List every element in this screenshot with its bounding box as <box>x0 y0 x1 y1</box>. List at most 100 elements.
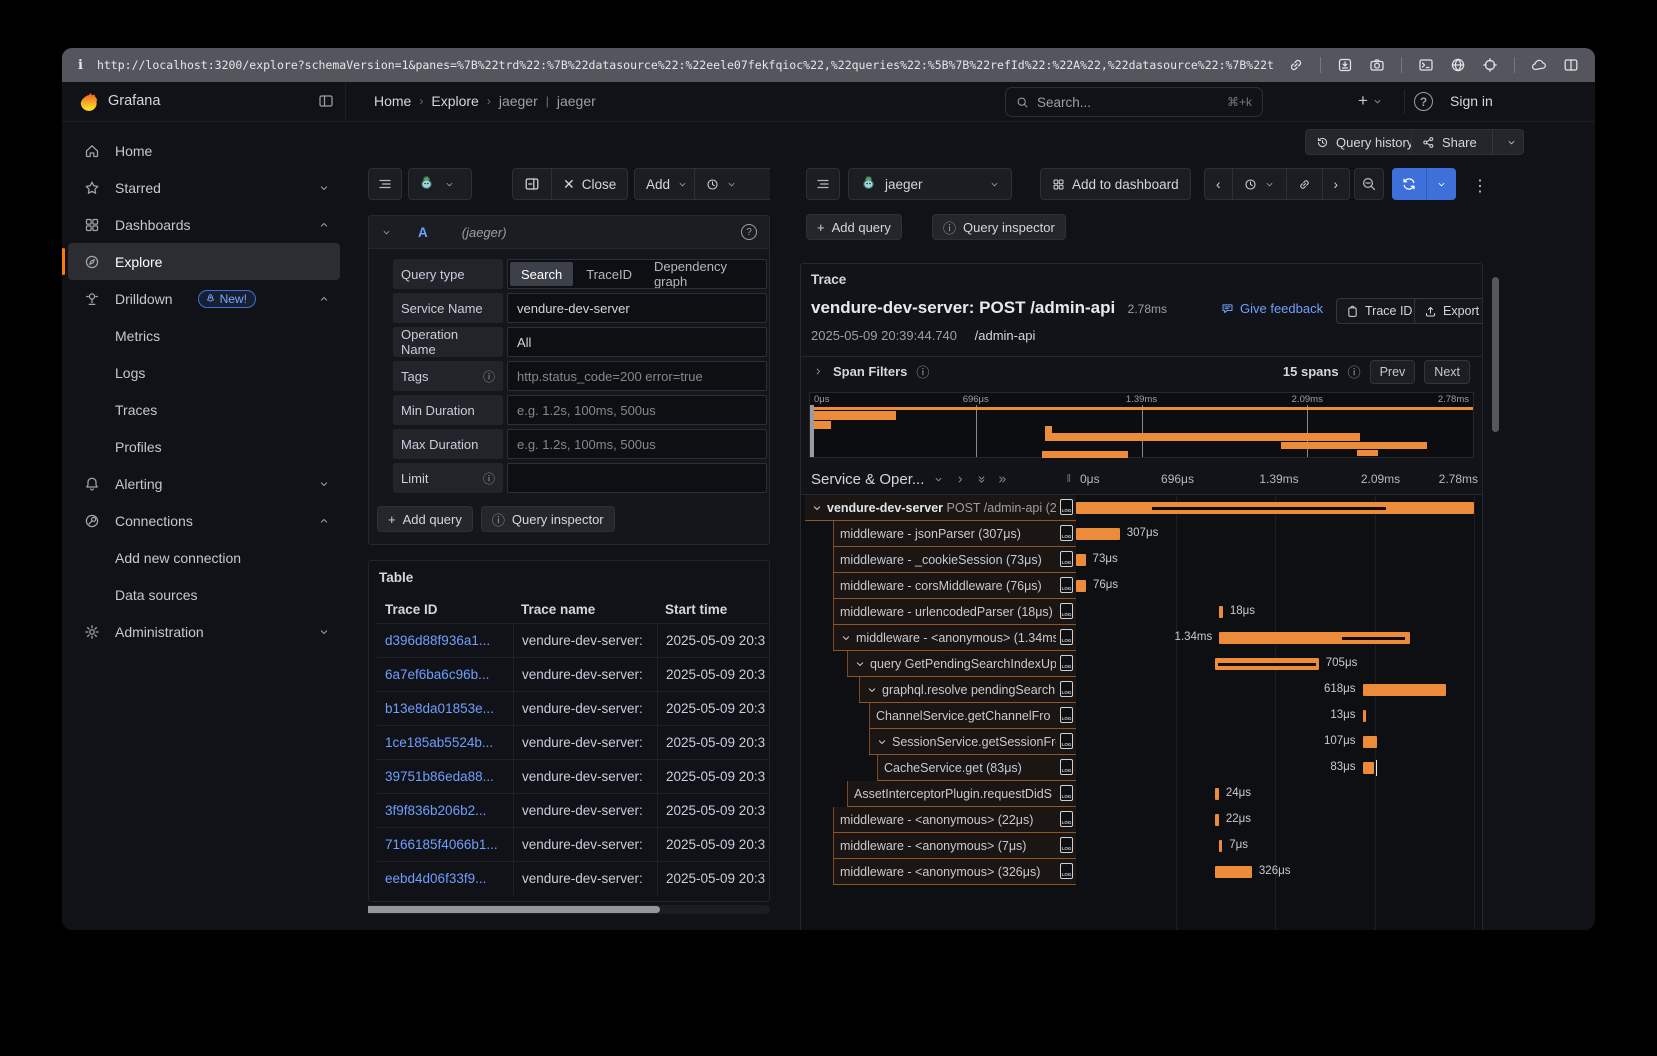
span-duration-bar[interactable] <box>1219 840 1222 852</box>
span-row[interactable]: ChannelService.getChannelFroLOG13μs <box>801 703 1482 729</box>
span-row[interactable]: middleware - corsMiddleware (76μs)LOG76μ… <box>801 573 1482 599</box>
query-history-button[interactable]: Query history <box>1305 129 1424 155</box>
copy-time-link-button[interactable] <box>1287 169 1323 199</box>
breadcrumb-datasource-2[interactable]: jaeger <box>557 93 596 109</box>
sidebar-item-starred[interactable]: Starred <box>68 169 340 206</box>
span-duration-bar[interactable] <box>1076 528 1120 540</box>
sidebar-item-alerting[interactable]: Alerting <box>68 465 340 502</box>
sidebar-item-profiles[interactable]: Profiles <box>68 428 340 465</box>
span-duration-bar[interactable] <box>1215 658 1318 670</box>
outline-icon[interactable] <box>368 168 402 200</box>
span-log-icon[interactable]: LOG <box>1060 863 1073 879</box>
trace-minimap[interactable]: 0μs696μs1.39ms2.09ms2.78ms <box>809 392 1474 458</box>
operation-name-input[interactable]: All <box>507 327 767 357</box>
span-log-icon[interactable]: LOG <box>1060 707 1073 723</box>
sidebar-item-home[interactable]: Home <box>68 132 340 169</box>
trace-id-link[interactable]: eebd4d06f33f9... <box>377 871 513 886</box>
outline-icon[interactable] <box>806 168 840 200</box>
chevron-down-icon[interactable] <box>1500 137 1523 148</box>
span-duration-bar[interactable] <box>1215 814 1219 826</box>
span-collapse-icon[interactable] <box>840 632 852 644</box>
tags-input[interactable]: http.status_code=200 error=true <box>507 361 767 391</box>
query-inspector-button[interactable]: ⓘ Query inspector <box>481 506 615 532</box>
cloud-icon[interactable] <box>1531 57 1547 73</box>
span-duration-bar[interactable] <box>1215 866 1252 878</box>
trace-id-link[interactable]: 6a7ef6ba6c96b... <box>377 667 513 682</box>
datasource-picker-left[interactable] <box>408 168 472 200</box>
span-row[interactable]: middleware - <anonymous> (22μs)LOG22μs <box>801 807 1482 833</box>
service-operation-column-header[interactable]: Service & Oper... <box>811 471 924 488</box>
span-log-icon[interactable]: LOG <box>1060 525 1073 541</box>
span-log-icon[interactable]: LOG <box>1060 785 1073 801</box>
col-trace-name[interactable]: Trace name <box>513 595 657 623</box>
span-row[interactable]: query GetPendingSearchIndexUpdaLOG705μs <box>801 651 1482 677</box>
span-log-icon[interactable]: LOG <box>1060 733 1073 749</box>
span-log-icon[interactable]: LOG <box>1060 759 1073 775</box>
sidebar-item-dashboards[interactable]: Dashboards <box>68 206 340 243</box>
import-tray-icon[interactable] <box>1337 57 1353 73</box>
expand-one-icon[interactable] <box>955 474 966 485</box>
span-log-icon[interactable]: LOG <box>1060 629 1073 645</box>
min-duration-input[interactable]: e.g. 1.2s, 100ms, 500us <box>507 395 767 425</box>
terminal-icon[interactable] <box>1418 57 1434 73</box>
span-row[interactable]: middleware - <anonymous> (7μs)LOG7μs <box>801 833 1482 859</box>
span-duration-bar[interactable] <box>1219 606 1223 618</box>
span-row[interactable]: middleware - jsonParser (307μs)LOG307μs <box>801 521 1482 547</box>
span-collapse-icon[interactable] <box>876 736 888 748</box>
new-menu-button[interactable]: + <box>1358 91 1383 111</box>
add-button[interactable]: Add <box>634 168 700 200</box>
trace-id-link[interactable]: 7166185f4066b1... <box>377 837 513 852</box>
span-row[interactable]: middleware - <anonymous> (326μs)LOG326μs <box>801 859 1482 885</box>
kebab-menu-icon[interactable]: ⋮ <box>1472 176 1488 196</box>
sidebar-item-drilldown[interactable]: DrilldownNew! <box>68 280 340 317</box>
sidebar-item-administration[interactable]: Administration <box>68 613 340 650</box>
breadcrumb-explore[interactable]: Explore <box>431 93 478 109</box>
sidebar-item-add-new-connection[interactable]: Add new connection <box>68 539 340 576</box>
time-shift-left-button[interactable]: ‹ <box>1205 169 1233 199</box>
col-trace-id[interactable]: Trace ID <box>377 602 513 617</box>
sidebar-toggle-icon[interactable] <box>318 93 334 109</box>
link-icon[interactable] <box>1288 57 1304 73</box>
span-row[interactable]: middleware - _cookieSession (73μs)LOG73μ… <box>801 547 1482 573</box>
chevron-down-icon[interactable] <box>933 474 944 485</box>
column-resize-grip[interactable]: ‖ <box>1066 473 1072 485</box>
col-start-time[interactable]: Start time <box>657 595 769 623</box>
span-duration-bar[interactable] <box>1363 736 1377 748</box>
query-type-dependency-graph[interactable]: Dependency graph <box>643 260 766 288</box>
query-inspector-button-right[interactable]: ⓘ Query inspector <box>932 214 1066 240</box>
time-shift-right-button[interactable]: › <box>1323 169 1350 199</box>
span-log-icon[interactable]: LOG <box>1060 499 1073 515</box>
span-log-icon[interactable]: LOG <box>1060 811 1073 827</box>
span-filters-label[interactable]: Span Filters <box>833 364 907 379</box>
span-duration-bar[interactable] <box>1363 762 1374 774</box>
export-button[interactable]: Export <box>1414 298 1483 324</box>
span-duration-bar[interactable] <box>1076 580 1086 592</box>
span-collapse-icon[interactable] <box>854 658 866 670</box>
sidebar-item-data-sources[interactable]: Data sources <box>68 576 340 613</box>
window-scrollbar-thumb[interactable] <box>1492 277 1499 432</box>
collapse-all-icon[interactable] <box>976 474 987 485</box>
span-duration-bar[interactable] <box>1076 502 1474 514</box>
url-bar[interactable]: http://localhost:3200/explore?schemaVers… <box>97 58 1274 72</box>
sidebar-item-traces[interactable]: Traces <box>68 391 340 428</box>
span-duration-bar[interactable] <box>1363 710 1366 722</box>
help-button[interactable]: ? <box>1414 92 1433 111</box>
trace-id-button[interactable]: Trace ID <box>1336 298 1422 324</box>
trace-id-link[interactable]: d396d88f936a1... <box>377 633 513 648</box>
sidebar-item-explore[interactable]: Explore <box>68 243 340 280</box>
span-duration-bar[interactable] <box>1215 788 1219 800</box>
sign-in-button[interactable]: Sign in <box>1450 93 1493 109</box>
datasource-picker-right[interactable]: jaeger <box>848 168 1012 200</box>
span-row[interactable]: AssetInterceptorPlugin.requestDidSLOG24μ… <box>801 781 1482 807</box>
span-log-icon[interactable]: LOG <box>1060 655 1073 671</box>
run-query-interval-chevron[interactable] <box>1426 168 1456 200</box>
add-query-button-right[interactable]: + Add query <box>806 214 902 240</box>
trace-id-link[interactable]: b13e8da01853e... <box>377 701 513 716</box>
span-log-icon[interactable]: LOG <box>1060 551 1073 567</box>
globe-icon[interactable] <box>1450 57 1466 73</box>
span-log-icon[interactable]: LOG <box>1060 577 1073 593</box>
trace-id-link[interactable]: 39751b86eda88... <box>377 769 513 784</box>
crosshair-icon[interactable] <box>1482 57 1498 73</box>
expand-all-icon[interactable] <box>997 474 1008 485</box>
horizontal-scrollbar-thumb[interactable] <box>368 906 660 913</box>
